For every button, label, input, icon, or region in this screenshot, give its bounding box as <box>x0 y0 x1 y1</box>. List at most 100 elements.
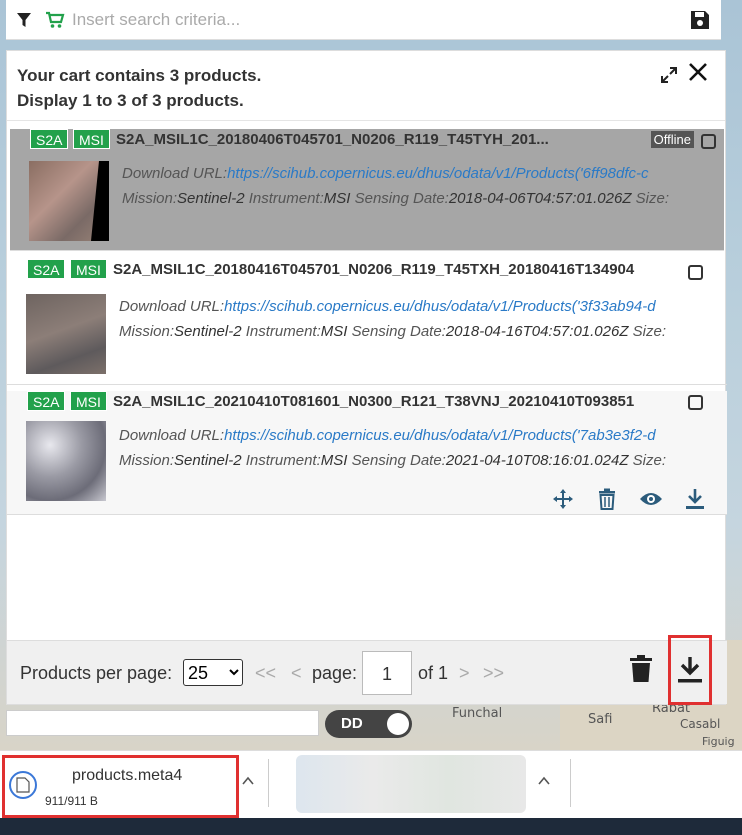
download-item-blurred[interactable] <box>296 755 526 813</box>
product-name[interactable]: S2A_MSIL1C_20210410T081601_N0300_R121_T3… <box>113 393 634 410</box>
instrument-label: Instrument: <box>245 323 321 340</box>
download-url-link[interactable]: https://scihub.copernicus.eu/dhus/odata/… <box>224 427 655 444</box>
select-checkbox[interactable] <box>701 134 716 149</box>
dd-toggle[interactable]: DD <box>325 710 412 738</box>
download-item[interactable]: products.meta4 911/911 B <box>2 755 239 818</box>
download-url-label: Download URL: <box>119 427 225 444</box>
status-badge: Offline <box>650 131 694 148</box>
eye-icon[interactable] <box>639 487 663 511</box>
mission-value: Sentinel-2 <box>177 190 245 207</box>
prev-page-button[interactable]: < <box>291 663 302 684</box>
toggle-knob <box>387 713 409 735</box>
page-label: page: <box>312 663 358 683</box>
product-thumbnail[interactable] <box>26 421 106 501</box>
instrument-label: Instrument: <box>245 452 321 469</box>
download-url-label: Download URL: <box>122 165 228 182</box>
search-input[interactable]: Insert search criteria... <box>72 10 721 30</box>
next-page-button[interactable]: > <box>459 663 470 684</box>
cart-panel: Your cart contains 3 products. Display 1… <box>6 50 727 705</box>
mission-label: Mission: <box>122 190 178 207</box>
select-checkbox[interactable] <box>688 265 703 280</box>
download-url-row: Download URL:https://scihub.copernicus.e… <box>122 165 700 182</box>
first-page-button[interactable]: << <box>255 663 276 684</box>
chevron-up-icon[interactable] <box>242 773 254 791</box>
badge-satellite: S2A <box>30 129 69 149</box>
badge-satellite: S2A <box>27 391 66 411</box>
sensing-value: 2018-04-06T04:57:01.026Z <box>448 190 632 207</box>
size-label: Size: <box>632 323 667 340</box>
download-url-link[interactable]: https://scihub.copernicus.eu/dhus/odata/… <box>224 298 655 315</box>
zoom-to-icon[interactable] <box>551 487 575 511</box>
product-name[interactable]: S2A_MSIL1C_20180406T045701_N0206_R119_T4… <box>116 131 549 148</box>
divider <box>268 759 269 807</box>
mission-value: Sentinel-2 <box>174 323 242 340</box>
download-cart-button[interactable] <box>668 635 712 705</box>
filter-icon[interactable] <box>6 12 42 28</box>
close-icon[interactable] <box>687 61 709 88</box>
page-input[interactable]: 1 <box>362 651 412 695</box>
sensing-label: Sensing Date: <box>351 323 446 340</box>
mission-label: Mission: <box>119 452 175 469</box>
cart-display-range: Display 1 to 3 of 3 products. <box>17 91 244 110</box>
file-icon <box>9 771 37 799</box>
download-shelf: products.meta4 911/911 B <box>0 750 742 818</box>
instrument-value: MSI <box>323 190 351 207</box>
clear-cart-icon[interactable] <box>629 655 653 688</box>
product-name[interactable]: S2A_MSIL1C_20180416T045701_N0206_R119_T4… <box>113 261 634 278</box>
dd-toggle-label: DD <box>341 715 363 732</box>
product-item[interactable]: S2A MSI S2A_MSIL1C_20210410T081601_N0300… <box>7 391 727 515</box>
product-details-row: Mission:Sentinel-2 Instrument:MSI Sensin… <box>119 323 703 340</box>
trash-icon[interactable] <box>595 487 619 511</box>
product-details-row: Mission:Sentinel-2 Instrument:MSI Sensin… <box>122 190 700 207</box>
sensing-value: 2021-04-10T08:16:01.024Z <box>445 452 629 469</box>
instrument-value: MSI <box>320 452 348 469</box>
badge-instrument: MSI <box>70 391 107 411</box>
download-url-row: Download URL:https://scihub.copernicus.e… <box>119 427 703 444</box>
per-page-select[interactable]: 25 <box>183 659 243 686</box>
badge-instrument: MSI <box>73 129 110 149</box>
cart-header: Your cart contains 3 products. Display 1… <box>7 51 725 121</box>
expand-icon[interactable] <box>659 65 679 90</box>
sensing-value: 2018-04-16T04:57:01.026Z <box>445 323 629 340</box>
product-thumbnail[interactable] <box>29 161 109 241</box>
download-icon[interactable] <box>683 487 707 511</box>
coordinate-input[interactable] <box>6 710 319 736</box>
sensing-label: Sensing Date: <box>351 452 446 469</box>
mission-value: Sentinel-2 <box>174 452 242 469</box>
badge-instrument: MSI <box>70 259 107 279</box>
map-label-safi: Safi <box>588 712 613 727</box>
taskbar <box>0 818 742 835</box>
product-thumbnail[interactable] <box>26 294 106 374</box>
divider <box>570 759 571 807</box>
save-icon[interactable] <box>689 9 711 36</box>
map-label-funchal: Funchal <box>452 706 503 721</box>
chevron-up-icon[interactable] <box>538 773 550 791</box>
download-url-label: Download URL: <box>119 298 225 315</box>
map-label-figuig: Figuig <box>702 735 735 748</box>
size-label: Size: <box>632 452 667 469</box>
cart-icon[interactable] <box>42 11 68 29</box>
page-total: of 1 <box>418 663 449 683</box>
download-icon <box>678 657 702 683</box>
pagination-footer: Products per page: 25 << < page: 1 of 1 … <box>7 635 727 705</box>
map-label-casablanca: Casabl <box>680 717 721 731</box>
instrument-label: Instrument: <box>248 190 324 207</box>
product-item[interactable]: S2A MSI S2A_MSIL1C_20180406T045701_N0206… <box>10 129 724 251</box>
sensing-label: Sensing Date: <box>354 190 449 207</box>
badge-satellite: S2A <box>27 259 66 279</box>
size-label: Size: <box>635 190 670 207</box>
download-url-row: Download URL:https://scihub.copernicus.e… <box>119 298 703 315</box>
instrument-value: MSI <box>320 323 348 340</box>
product-details-row: Mission:Sentinel-2 Instrument:MSI Sensin… <box>119 452 703 469</box>
search-bar: Insert search criteria... <box>6 0 721 40</box>
cart-summary: Your cart contains 3 products. <box>17 66 262 85</box>
download-filename: products.meta4 <box>72 767 183 784</box>
download-size: 911/911 B <box>45 794 98 808</box>
product-item[interactable]: S2A MSI S2A_MSIL1C_20180416T045701_N0206… <box>7 259 727 385</box>
product-actions <box>551 487 707 511</box>
last-page-button[interactable]: >> <box>483 663 504 684</box>
per-page-label: Products per page: <box>20 663 173 683</box>
select-checkbox[interactable] <box>688 395 703 410</box>
download-url-link[interactable]: https://scihub.copernicus.eu/dhus/odata/… <box>227 165 648 182</box>
mission-label: Mission: <box>119 323 175 340</box>
